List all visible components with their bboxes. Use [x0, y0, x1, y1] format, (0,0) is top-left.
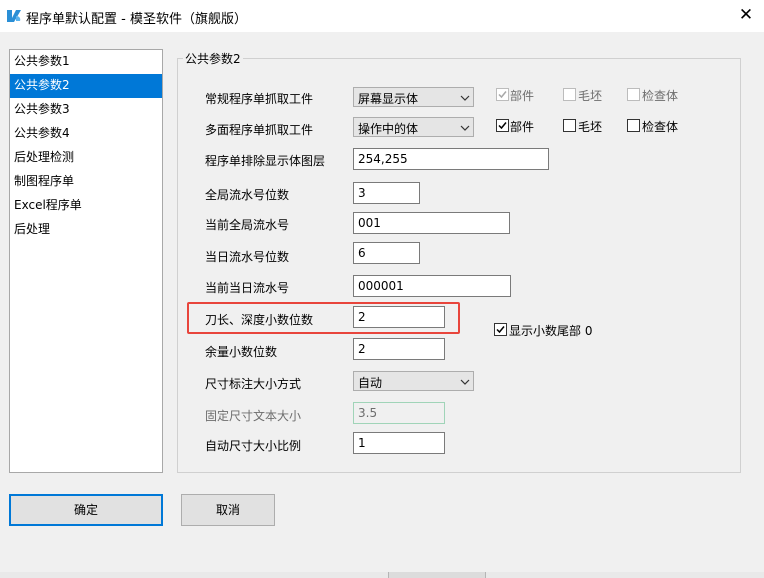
list-item-common-params-1[interactable]: 公共参数1 — [10, 50, 162, 74]
row2-part-label: 部件 — [510, 120, 535, 134]
fixed-text-size-label: 固定尺寸文本大小 — [205, 409, 302, 423]
daily-serial-digits-label: 当日流水号位数 — [205, 250, 290, 264]
tool-decimal-label: 刀长、深度小数位数 — [205, 313, 314, 327]
list-item-excel-sheet[interactable]: Excel程序单 — [10, 194, 162, 218]
current-daily-serial-input[interactable]: 000001 — [353, 275, 511, 297]
multi-grab-label: 多面程序单抓取工件 — [205, 123, 314, 137]
fixed-text-size-input[interactable]: 3.5 — [353, 402, 445, 424]
regular-grab-select[interactable]: 屏幕显示体 — [353, 87, 474, 107]
current-daily-serial-label: 当前当日流水号 — [205, 281, 290, 295]
global-serial-digits-label: 全局流水号位数 — [205, 188, 290, 202]
chevron-down-icon — [460, 379, 470, 385]
chevron-down-icon — [460, 95, 470, 101]
title-bar: 程序单默认配置 - 模圣软件（旗舰版） ✕ — [0, 0, 764, 32]
checkmark-icon — [498, 122, 507, 130]
window-title: 程序单默认配置 - 模圣软件（旗舰版） — [26, 12, 247, 27]
exclude-layers-input[interactable]: 254,255 — [353, 148, 549, 170]
background-tab — [388, 572, 486, 578]
category-list[interactable]: 公共参数1 公共参数2 公共参数3 公共参数4 后处理检测 制图程序单 Exce… — [9, 49, 163, 473]
list-item-post-process[interactable]: 后处理 — [10, 218, 162, 242]
chevron-down-icon — [460, 125, 470, 131]
background-window-strip — [0, 572, 764, 578]
exclude-layers-label: 程序单排除显示体图层 — [205, 154, 326, 168]
list-item-common-params-4[interactable]: 公共参数4 — [10, 122, 162, 146]
list-item-common-params-3[interactable]: 公共参数3 — [10, 98, 162, 122]
show-trailing-zero-label: 显示小数尾部 0 — [509, 324, 593, 338]
cancel-button[interactable]: 取消 — [181, 494, 275, 526]
checkmark-icon — [496, 326, 505, 334]
auto-scale-label: 自动尺寸大小比例 — [205, 439, 302, 453]
list-item-post-process-check[interactable]: 后处理检测 — [10, 146, 162, 170]
row2-blank-checkbox[interactable] — [563, 119, 576, 132]
global-serial-digits-input[interactable]: 3 — [353, 182, 420, 204]
app-logo-icon — [7, 10, 21, 22]
row1-part-label: 部件 — [510, 89, 535, 103]
list-item-common-params-2[interactable]: 公共参数2 — [10, 74, 162, 98]
allowance-decimal-label: 余量小数位数 — [205, 345, 278, 359]
row1-blank-label: 毛坯 — [578, 89, 603, 103]
dimension-mode-value: 自动 — [358, 376, 383, 390]
regular-grab-value: 屏幕显示体 — [358, 92, 419, 106]
regular-grab-label: 常规程序单抓取工件 — [205, 92, 314, 106]
current-global-serial-label: 当前全局流水号 — [205, 218, 290, 232]
auto-scale-input[interactable]: 1 — [353, 432, 445, 454]
dimension-mode-select[interactable]: 自动 — [353, 371, 474, 391]
row2-part-checkbox[interactable] — [496, 119, 509, 132]
ok-button[interactable]: 确定 — [9, 494, 163, 526]
allowance-decimal-input[interactable]: 2 — [353, 338, 445, 360]
close-icon[interactable]: ✕ — [728, 0, 764, 32]
multi-grab-value: 操作中的体 — [358, 122, 419, 136]
row2-blank-label: 毛坯 — [578, 120, 603, 134]
list-item-drawing-sheet[interactable]: 制图程序单 — [10, 170, 162, 194]
row1-check-body-label: 检查体 — [642, 89, 679, 103]
tool-decimal-input[interactable]: 2 — [353, 306, 445, 328]
row2-check-body-label: 检查体 — [642, 120, 679, 134]
show-trailing-zero-checkbox[interactable] — [494, 323, 507, 336]
row2-check-body-checkbox[interactable] — [627, 119, 640, 132]
current-global-serial-input[interactable]: 001 — [353, 212, 510, 234]
row1-check-body-checkbox[interactable] — [627, 88, 640, 101]
daily-serial-digits-input[interactable]: 6 — [353, 242, 420, 264]
row1-part-checkbox[interactable] — [496, 88, 509, 101]
row1-blank-checkbox[interactable] — [563, 88, 576, 101]
group-title: 公共参数2 — [183, 50, 243, 67]
dimension-mode-label: 尺寸标注大小方式 — [205, 377, 302, 391]
multi-grab-select[interactable]: 操作中的体 — [353, 117, 474, 137]
checkmark-icon — [498, 91, 507, 99]
